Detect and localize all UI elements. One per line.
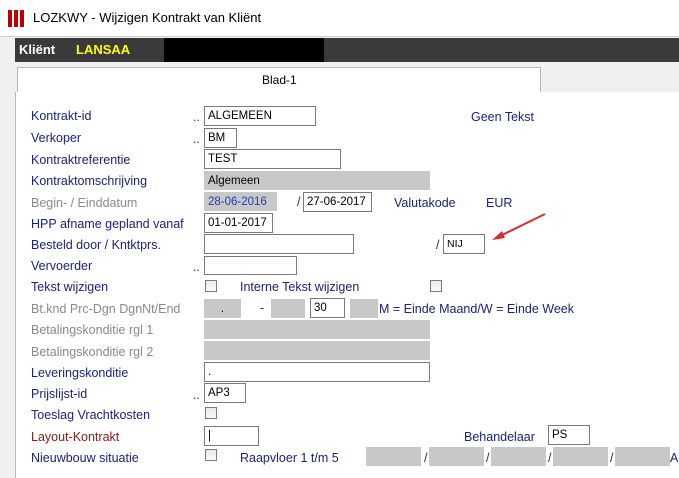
raapvloer-field-2 <box>429 447 484 466</box>
layout-kontrakt-label: Layout-Kontrakt <box>31 430 120 444</box>
kontraktomschrijving-field: Algemeen <box>204 171 430 190</box>
btknd-field-3[interactable]: 30 <box>310 298 345 318</box>
tekst-wijzigen-checkbox[interactable] <box>205 280 217 292</box>
geen-tekst-label: Geen Tekst <box>471 110 535 124</box>
btknd-label: Bt.knd Prc-Dgn DgnNt/End <box>31 302 181 316</box>
valutakode-value: EUR <box>486 196 513 210</box>
raapvloer-sep-2: / <box>486 451 490 465</box>
raapvloer-field-5 <box>615 447 670 466</box>
raapvloer-sep-4: / <box>610 451 614 465</box>
besteld-door-label: Besteld door / Kntktprs. <box>31 238 161 252</box>
hpp-afname-label: HPP afname gepland vanaf <box>31 217 184 231</box>
verkoper-label: Verkoper <box>31 131 82 145</box>
toeslag-vrachtkosten-checkbox[interactable] <box>205 407 217 419</box>
annotation-arrow-icon <box>492 213 546 240</box>
interne-tekst-wijzigen-checkbox[interactable] <box>430 280 442 292</box>
client-info-box <box>164 38 324 62</box>
prijslijst-id-label: Prijslijst-id <box>31 387 88 401</box>
kontrakt-id-dots: .. <box>193 110 200 124</box>
tekst-wijzigen-label: Tekst wijzigen <box>31 280 109 294</box>
raapvloer-field-1 <box>366 447 421 466</box>
window-title: LOZKWY - Wijzigen Kontrakt van Kliënt <box>33 10 262 25</box>
btknd-note: M = Einde Maand/W = Einde Week <box>379 302 575 316</box>
raapvloer-label: Raapvloer 1 t/m 5 <box>240 451 339 465</box>
raapvloer-tail: A <box>670 451 679 465</box>
vervoerder-label: Vervoerder <box>31 259 93 273</box>
leveringskonditie-field[interactable]: . <box>204 362 430 382</box>
nieuwbouw-situatie-checkbox[interactable] <box>205 449 217 461</box>
raapvloer-sep-1: / <box>424 451 428 465</box>
prijslijst-id-field[interactable]: AP3 <box>204 383 246 403</box>
vervoerder-dots: .. <box>193 260 200 274</box>
btknd-field-4 <box>350 299 378 318</box>
kntktprs-field[interactable]: NIJ <box>443 234 485 254</box>
betalingskonditie-1-field <box>204 320 430 339</box>
btknd-field-2 <box>271 299 305 318</box>
valutakode-label: Valutakode <box>394 196 456 210</box>
layout-kontrakt-field[interactable]: | <box>204 426 259 446</box>
leveringskonditie-label: Leveringskonditie <box>31 366 129 380</box>
betalingskonditie-2-field <box>204 341 430 360</box>
kontraktreferentie-field[interactable]: TEST <box>204 149 341 169</box>
hpp-afname-field[interactable]: 01-01-2017 <box>204 213 273 233</box>
kontrakt-id-label: Kontrakt-id <box>31 109 92 123</box>
begin-einddatum-label: Begin- / Einddatum <box>31 196 138 210</box>
tab-label: Blad-1 <box>262 73 297 87</box>
verkoper-field[interactable]: BM <box>204 128 237 148</box>
prijslijst-id-dots: .. <box>193 388 200 402</box>
kontraktreferentie-label: Kontraktreferentie <box>31 153 131 167</box>
betalingskonditie-1-label: Betalingskonditie rgl 1 <box>31 323 154 337</box>
behandelaar-label: Behandelaar <box>464 430 535 444</box>
begindatum-field: 28-06-2016 <box>204 192 277 211</box>
btknd-dash: - <box>260 301 265 315</box>
raapvloer-field-3 <box>491 447 546 466</box>
besteld-door-field[interactable] <box>204 234 354 254</box>
raapvloer-field-4 <box>553 447 608 466</box>
btknd-field-1: . <box>204 299 241 318</box>
app-icon <box>8 10 28 27</box>
nieuwbouw-situatie-label: Nieuwbouw situatie <box>31 451 139 465</box>
interne-tekst-wijzigen-label: Interne Tekst wijzigen <box>240 280 360 294</box>
client-label: Kliënt <box>19 42 56 57</box>
einddatum-field[interactable]: 27-06-2017 <box>303 192 372 212</box>
kontrakt-id-field[interactable]: ALGEMEEN <box>204 106 316 126</box>
betalingskonditie-2-label: Betalingskonditie rgl 2 <box>31 345 154 359</box>
kntktprs-separator: / <box>436 238 440 252</box>
client-value: LANSAA <box>76 42 131 57</box>
raapvloer-sep-3: / <box>548 451 552 465</box>
toeslag-vrachtkosten-label: Toeslag Vrachtkosten <box>31 408 151 422</box>
vervoerder-field[interactable] <box>204 256 297 275</box>
date-separator: / <box>297 195 301 209</box>
behandelaar-field[interactable]: PS <box>548 425 590 445</box>
kontraktomschrijving-label: Kontraktomschrijving <box>31 174 148 188</box>
verkoper-dots: .. <box>193 132 200 146</box>
